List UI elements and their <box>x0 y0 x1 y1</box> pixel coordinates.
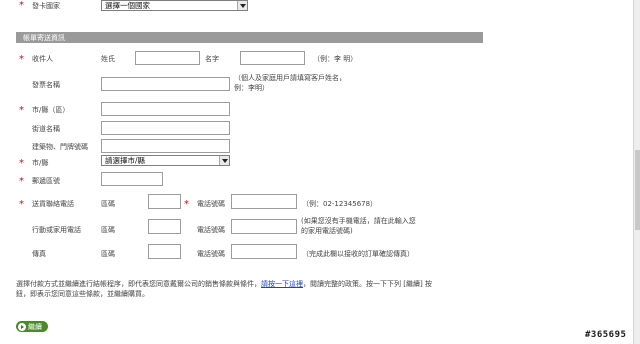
contact-area-code-input[interactable] <box>148 194 181 209</box>
mobile-phone-note-line2: 的家用電話號碼) <box>301 227 353 235</box>
issuing-country-label: 發卡國家 <box>32 2 60 10</box>
continue-button[interactable]: 繼續 <box>16 321 48 332</box>
invoice-name-note-line2: 例：李明） <box>234 84 269 92</box>
issuing-country-value: 選擇一個國家 <box>105 1 150 10</box>
recipient-example: （例：李 明） <box>313 55 358 63</box>
scrollbar-thumb[interactable] <box>635 150 640 230</box>
section-title: 帳單寄送資訊 <box>23 33 65 42</box>
postal-code-input[interactable] <box>101 172 163 186</box>
surname-label: 姓氏 <box>101 55 115 63</box>
mobile-area-label: 區碼 <box>101 226 115 234</box>
terms-link[interactable]: 請按一下這裡 <box>261 280 303 288</box>
billing-section-header: 帳單寄送資訊 <box>16 32 483 43</box>
required-asterisk: * <box>184 199 189 210</box>
issuing-country-select[interactable]: 選擇一個國家 <box>101 0 248 11</box>
arrow-right-icon <box>18 322 26 331</box>
mobile-phone-number-label: 電話號碼 <box>197 226 225 234</box>
required-asterisk: * <box>19 54 24 65</box>
contact-phone-label: 送貨聯絡電話 <box>32 200 74 208</box>
city-district-input[interactable] <box>101 102 230 116</box>
terms-text-before: 選擇付款方式並繼續進行結帳程序，即代表您同意戴爾公司的銷售條款與條件， <box>16 280 261 288</box>
given-name-label: 名字 <box>205 55 219 63</box>
mobile-phone-note-line1: (如果您沒有手機電話，請在此輸入您 <box>301 217 416 225</box>
terms-line2: 鈕，即表示您同意這些條款，並繼續購買。 <box>16 290 149 298</box>
chevron-down-icon <box>219 156 229 165</box>
invoice-name-note-line1: （個人及家庭用戶請填寫客戶姓名， <box>234 74 346 82</box>
required-asterisk: * <box>19 105 24 116</box>
building-label: 建築物、門牌號碼 <box>32 143 88 151</box>
given-name-input[interactable] <box>240 51 305 65</box>
fax-area-label: 區碼 <box>101 250 115 258</box>
city-district-label: 市/縣（區） <box>32 106 70 114</box>
mobile-phone-number-input[interactable] <box>231 219 297 234</box>
fax-number-input[interactable] <box>231 244 297 259</box>
recipient-label: 收件人 <box>32 55 53 63</box>
city-select[interactable]: 請選擇市/縣 <box>101 155 230 166</box>
postal-label: 郵遞區號 <box>32 177 60 185</box>
street-input[interactable] <box>101 121 230 135</box>
invoice-name-label: 發票名稱 <box>32 81 60 89</box>
required-asterisk: * <box>19 0 24 11</box>
fax-area-code-input[interactable] <box>148 244 181 259</box>
chevron-down-icon <box>237 1 247 10</box>
mobile-area-code-input[interactable] <box>148 219 181 234</box>
vertical-scrollbar[interactable] <box>633 0 640 344</box>
required-asterisk: * <box>19 176 24 187</box>
fax-number-label: 電話號碼 <box>197 250 225 258</box>
terms-line1: 選擇付款方式並繼續進行結帳程序，即代表您同意戴爾公司的銷售條款與條件，請按一下這… <box>16 280 432 289</box>
required-asterisk: * <box>19 158 24 169</box>
fax-note: （完成此欄以接收的訂單確認傳真） <box>302 250 414 258</box>
invoice-name-input[interactable] <box>101 77 230 91</box>
city-select-value: 請選擇市/縣 <box>105 156 146 165</box>
mobile-phone-label: 行動或家用電話 <box>32 226 81 234</box>
contact-phone-example: （例：02-12345678） <box>302 200 378 208</box>
contact-phone-number-label: 電話號碼 <box>197 200 225 208</box>
city-label: 市/縣 <box>32 159 49 167</box>
contact-area-label: 區碼 <box>101 200 115 208</box>
terms-text-after: ，閱讀完整的政策。按一下下列 [繼續] 按 <box>303 280 432 288</box>
contact-phone-number-input[interactable] <box>231 194 297 209</box>
required-asterisk: * <box>19 199 24 210</box>
image-id-watermark: #365695 <box>585 330 627 340</box>
fax-label: 傳真 <box>32 250 46 258</box>
street-label: 街道名稱 <box>32 125 60 133</box>
continue-button-label: 繼續 <box>28 322 42 331</box>
building-input[interactable] <box>101 139 230 153</box>
surname-input[interactable] <box>135 51 200 65</box>
